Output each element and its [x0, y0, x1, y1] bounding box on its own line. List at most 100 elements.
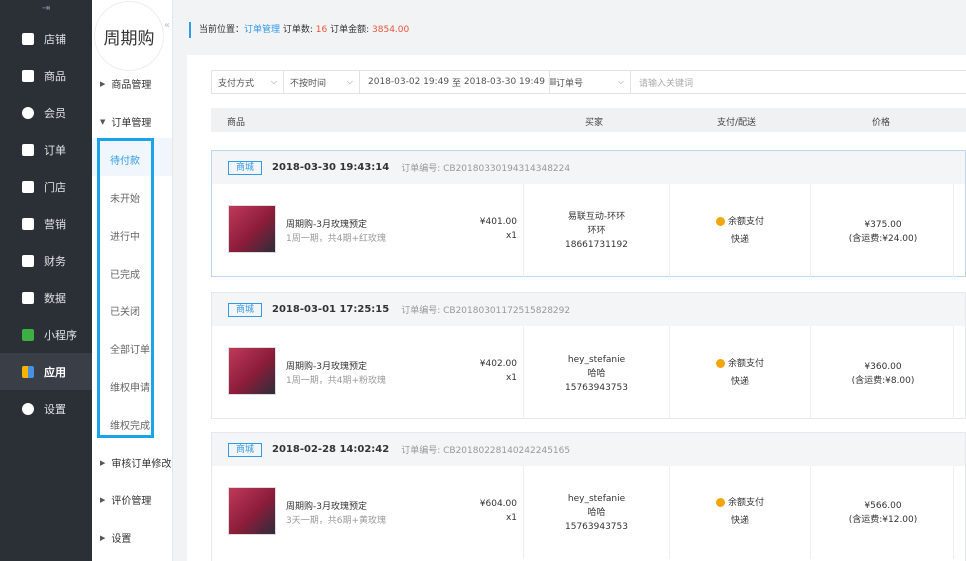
nav-item-order[interactable]: 订单	[0, 131, 92, 168]
date-end: 2018-03-30 19:49	[463, 77, 545, 87]
breadcrumb: 当前位置：订单管理 订单数: 16 订单金额: 3854.00	[189, 22, 409, 38]
buyer-name: hey_stefanie	[567, 494, 626, 504]
sub-item-closed[interactable]: 已关闭	[110, 303, 140, 318]
sub-collapse-icon[interactable]: «	[164, 20, 170, 31]
nav-item-goods[interactable]: 商品	[0, 57, 92, 94]
quantity: x1	[505, 231, 517, 241]
nav-label: 商品	[44, 69, 66, 83]
sub-group-goods[interactable]: ▶ 商品管理	[100, 76, 152, 92]
buyer-nick: 哈哈	[587, 369, 606, 379]
product-desc: 1周一期，共4期+粉玫瑰	[286, 376, 386, 386]
member-icon	[22, 106, 34, 119]
main-nav: ⇥ 店铺 商品 会员 订单 门店 营销 财务 数据 小程序 应用 设置	[0, 0, 92, 561]
product-name[interactable]: 周期购-3月玫瑰预定	[286, 359, 367, 372]
order-source-tag: 商城	[228, 160, 263, 175]
nav-item-member[interactable]: 会员	[0, 94, 92, 131]
order-amount-label: 订单金额:	[327, 25, 373, 35]
shipping-fee: (含运费:¥12.00)	[848, 515, 918, 525]
nav-item-settings[interactable]: 设置	[0, 390, 92, 427]
order-header: 商城 2018-03-01 17:25:15 订单编号: CB201803011…	[212, 293, 965, 326]
unit-price: ¥604.00	[479, 499, 517, 509]
sub-group-comments[interactable]: ▶ 评价管理	[100, 492, 151, 508]
sub-item-pending-payment[interactable]: 待付款	[110, 152, 140, 167]
buyer-nick: 环环	[587, 226, 606, 236]
nav-item-finance[interactable]: 财务	[0, 242, 92, 279]
finance-icon	[22, 254, 34, 267]
price-info: ¥360.00 (含运费:¥8.00)	[812, 360, 954, 388]
gear-icon	[22, 402, 34, 415]
field-select-value: 订单号	[556, 78, 584, 89]
order-source-tag: 商城	[228, 302, 263, 317]
unit-price: ¥401.00	[479, 217, 517, 227]
date-separator: 至	[451, 78, 461, 89]
shipping-fee: (含运费:¥24.00)	[848, 234, 918, 244]
product-name[interactable]: 周期购-3月玫瑰预定	[286, 217, 367, 230]
sub-group-label: 设置	[111, 534, 132, 545]
keyword-input[interactable]: 请输入关键词	[631, 70, 966, 94]
payment-info: 余额支付 快递	[669, 355, 811, 391]
sub-group-review-edit[interactable]: ▶ 审核订单修改	[100, 455, 172, 471]
buyer-info: hey_stefanie 哈哈 15763943753	[524, 353, 669, 395]
nav-label: 设置	[44, 402, 66, 416]
nav-item-shop[interactable]: 门店	[0, 168, 92, 205]
order-card: 商城 2018-03-01 17:25:15 订单编号: CB201803011…	[211, 292, 966, 419]
caret-down-icon: ▼	[100, 117, 106, 126]
delivery-method: 快递	[730, 235, 749, 245]
price-info: ¥375.00 (含运费:¥24.00)	[812, 218, 954, 246]
time-select[interactable]: 不按时间 ⌵	[284, 70, 360, 94]
buyer-name: 易联互动-环环	[567, 212, 626, 222]
unit-price: ¥402.00	[479, 359, 517, 369]
table-header: 商品 买家 支付/配送 价格	[211, 108, 966, 132]
total-price: ¥375.00	[864, 220, 902, 230]
nav-item-apps[interactable]: 应用	[0, 353, 92, 390]
nav-label: 店铺	[44, 32, 66, 46]
sub-group-orders[interactable]: ▼ 订单管理	[100, 114, 151, 130]
product-thumbnail[interactable]	[228, 347, 276, 395]
sub-item-completed[interactable]: 已完成	[110, 266, 140, 281]
marketing-icon	[22, 217, 34, 230]
buyer-name: hey_stefanie	[567, 355, 626, 365]
sub-group-label: 审核订单修改	[111, 459, 172, 470]
payment-select[interactable]: 支付方式 ⌵	[211, 70, 284, 94]
order-number: 订单编号: CB20180228140242245165	[401, 446, 571, 456]
buyer-phone: 15763943753	[565, 383, 628, 393]
sub-item-all-orders[interactable]: 全部订单	[110, 341, 150, 356]
nav-item-marketing[interactable]: 营销	[0, 205, 92, 242]
chevron-down-icon: ⌵	[346, 77, 353, 86]
product-thumbnail[interactable]	[228, 487, 276, 535]
field-select[interactable]: 订单号 ⌵	[549, 70, 631, 94]
header-goods: 商品	[227, 118, 246, 128]
nav-item-store[interactable]: 店铺	[0, 20, 92, 57]
date-range-picker[interactable]: 2018-03-02 19:49 至 2018-03-30 19:49 ▦	[360, 70, 557, 94]
order-number: 订单编号: CB20180301172515828292	[401, 306, 571, 316]
product-name[interactable]: 周期购-3月玫瑰预定	[286, 499, 367, 512]
breadcrumb-link[interactable]: 订单管理	[244, 25, 280, 35]
nav-item-miniprogram[interactable]: 小程序	[0, 316, 92, 353]
sub-item-rights-request[interactable]: 维权申请	[110, 379, 150, 394]
order-card: 商城 2018-02-28 14:02:42 订单编号: CB201802281…	[211, 432, 966, 561]
nav-label: 应用	[44, 365, 66, 379]
nav-collapse-icon[interactable]: ⇥	[0, 0, 92, 20]
nav-label: 财务	[44, 254, 66, 268]
date-start: 2018-03-02 19:49	[368, 77, 450, 87]
sub-group-settings[interactable]: ▶ 设置	[100, 530, 132, 546]
pay-method: 余额支付	[727, 217, 764, 227]
chevron-down-icon: ⌵	[270, 77, 277, 86]
header-price: 价格	[872, 118, 891, 128]
app-logo: 周期购	[95, 2, 163, 70]
sub-item-in-progress[interactable]: 进行中	[110, 228, 140, 243]
product-desc: 1周一期，共4期+红玫瑰	[286, 234, 386, 244]
chevron-down-icon: ⌵	[617, 77, 624, 86]
shop-icon	[22, 180, 34, 193]
order-header: 商城 2018-02-28 14:02:42 订单编号: CB201802281…	[212, 433, 965, 466]
buyer-info: 易联互动-环环 环环 18661731192	[524, 210, 669, 252]
sub-item-not-started[interactable]: 未开始	[110, 190, 140, 205]
nav-item-data[interactable]: 数据	[0, 279, 92, 316]
order-card: 商城 2018-03-30 19:43:14 订单编号: CB201803301…	[211, 150, 966, 277]
sub-group-label: 商品管理	[111, 80, 152, 91]
quantity: x1	[505, 373, 517, 383]
order-source-tag: 商城	[228, 442, 263, 457]
header-payment: 支付/配送	[717, 118, 757, 128]
sub-item-rights-done[interactable]: 维权完成	[110, 417, 150, 432]
product-thumbnail[interactable]	[228, 205, 276, 253]
